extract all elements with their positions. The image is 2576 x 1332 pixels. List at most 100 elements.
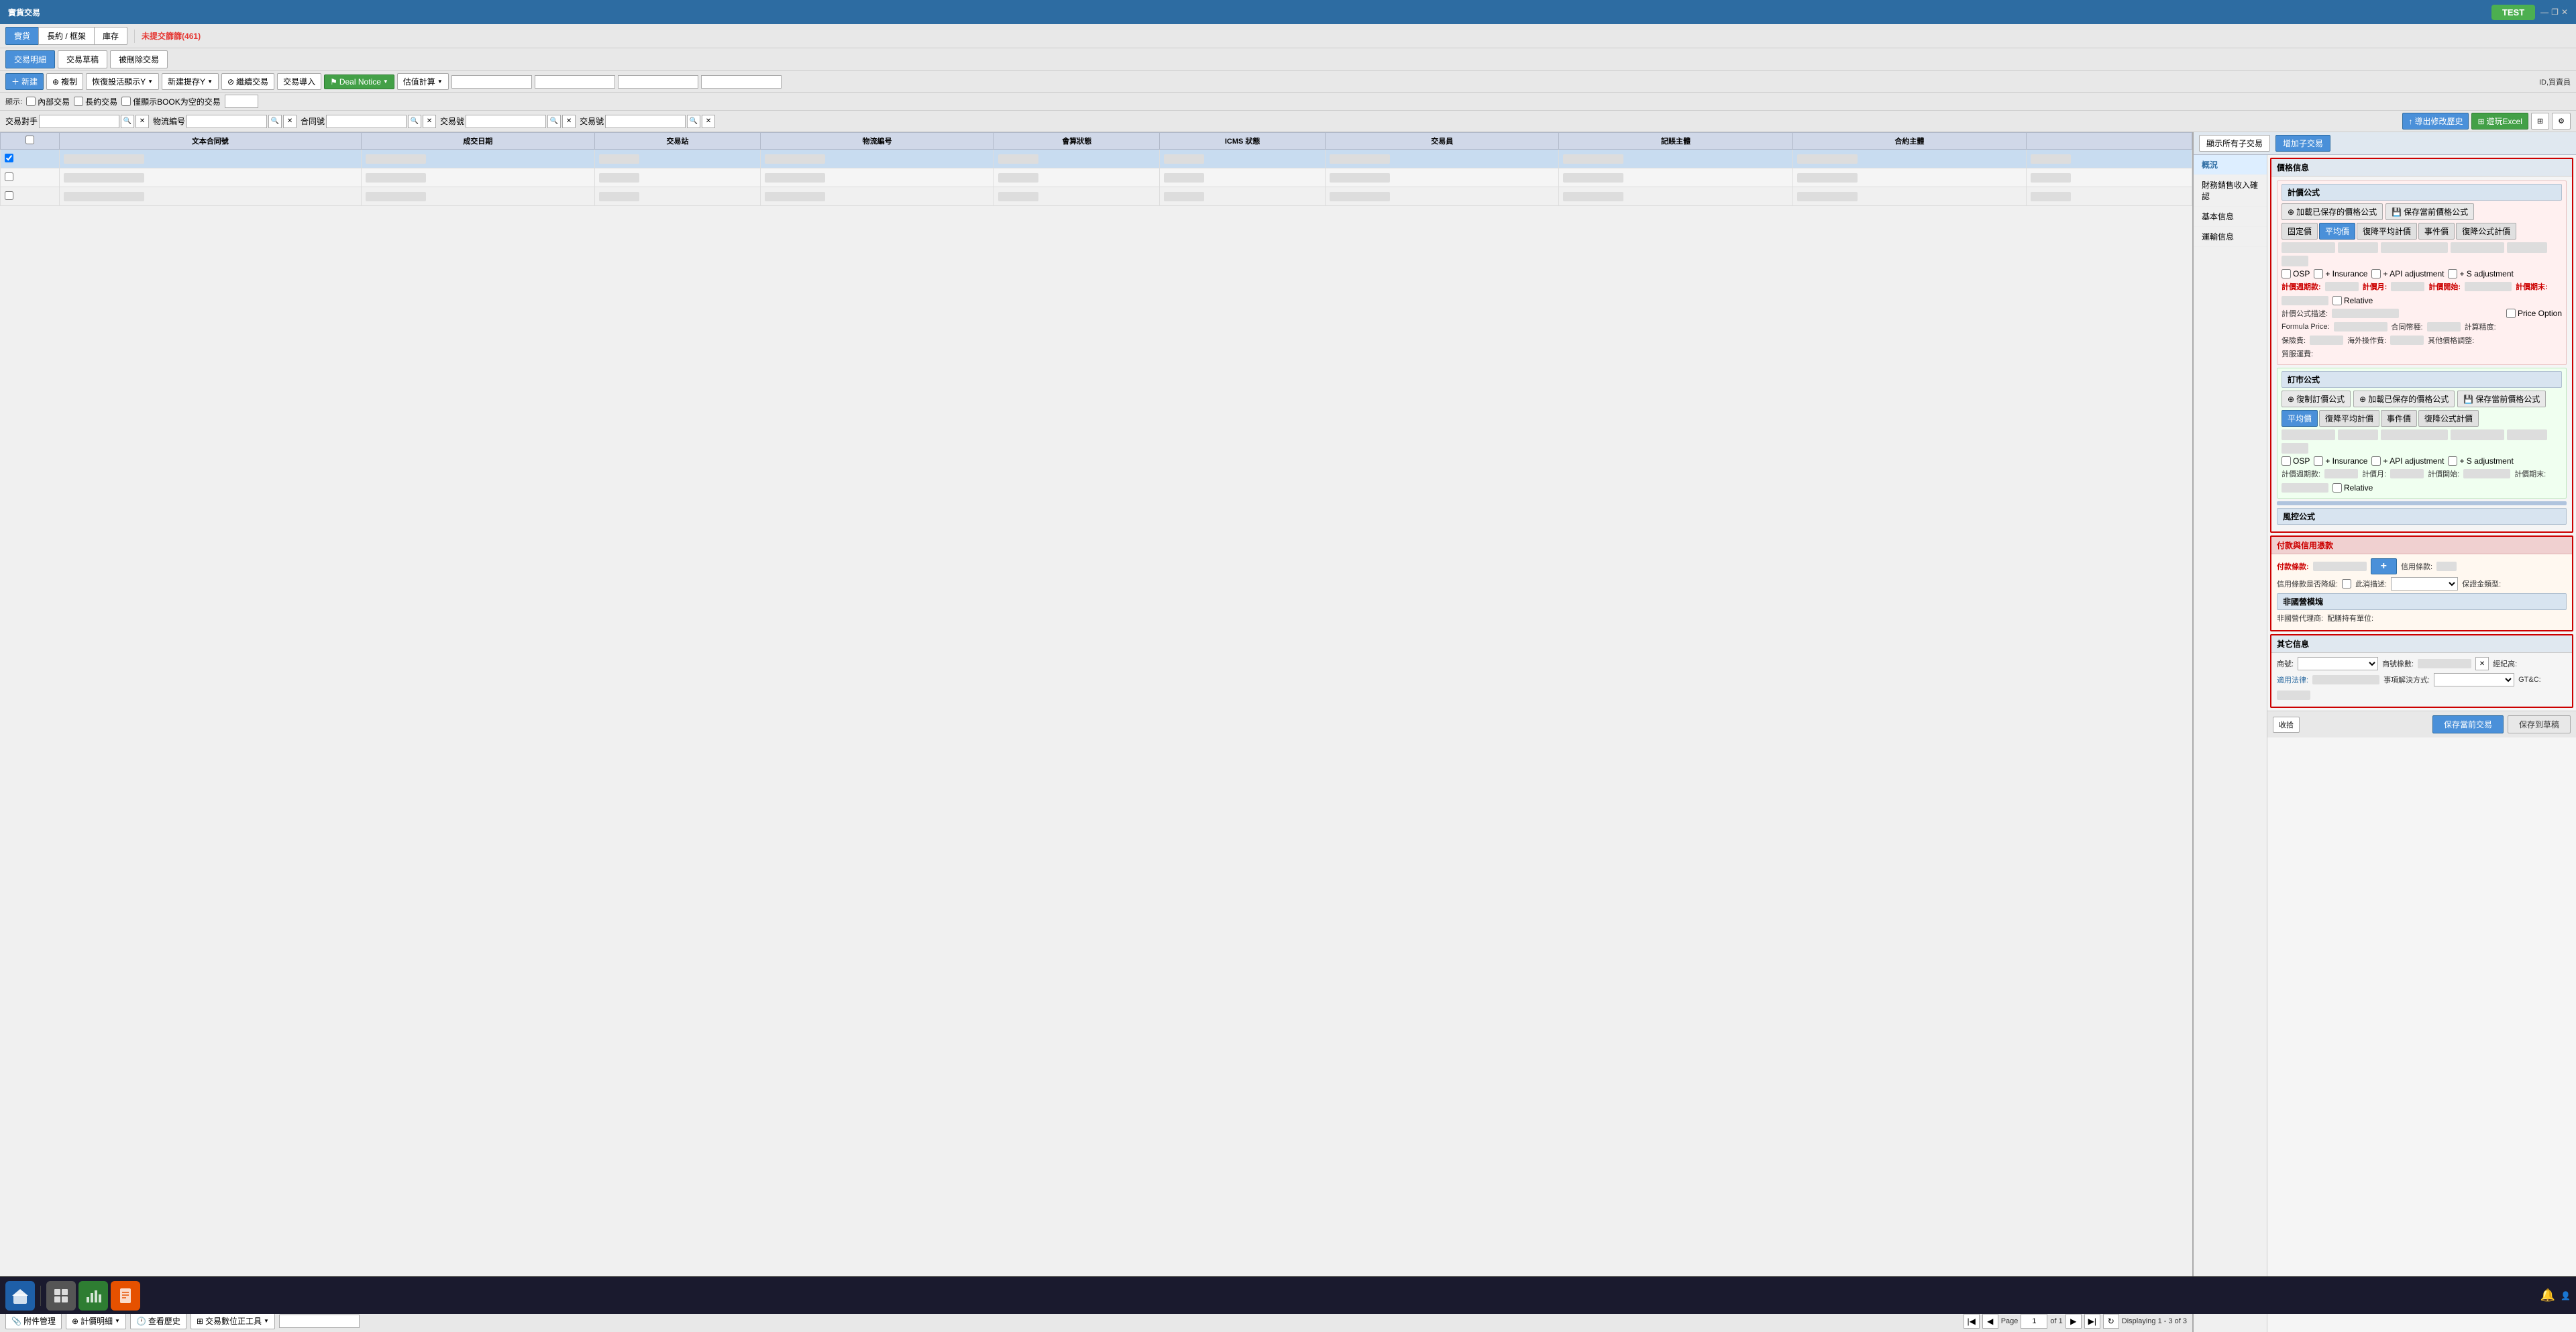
market-api-checkbox[interactable] bbox=[2371, 456, 2381, 466]
tab-trade-detail[interactable]: 交易明細 bbox=[5, 50, 55, 68]
window-controls[interactable]: — ❐ ✕ bbox=[2540, 7, 2568, 17]
s-adj-checkbox-label[interactable]: + S adjustment bbox=[2448, 269, 2513, 278]
counterparty-clear-btn[interactable]: ✕ bbox=[136, 115, 149, 128]
minimize-icon[interactable]: — bbox=[2540, 7, 2548, 17]
nav-financial[interactable]: 財務銷售收入確認 bbox=[2194, 175, 2267, 207]
exchange-input[interactable] bbox=[466, 115, 546, 128]
add-payment-btn[interactable]: + bbox=[2371, 558, 2397, 574]
market-insurance-label[interactable]: + Insurance bbox=[2314, 456, 2367, 466]
td-checkbox[interactable] bbox=[1, 150, 60, 168]
tab-trade-draft[interactable]: 交易草稿 bbox=[58, 50, 107, 68]
save-current-formula-btn[interactable]: 💾 保存當前價格公式 bbox=[2385, 203, 2474, 220]
market-desc-avg-tab[interactable]: 復降平均計價 bbox=[2319, 410, 2379, 427]
restore-btn[interactable]: 恢復設活顯示Y ▼ bbox=[86, 73, 159, 90]
fixed-price-tab[interactable]: 固定價 bbox=[2282, 223, 2318, 240]
import-btn[interactable]: 交易導入 bbox=[277, 73, 321, 90]
nav-overview[interactable]: 概況 bbox=[2194, 155, 2267, 175]
exchange2-search-btn[interactable]: 🔍 bbox=[687, 115, 700, 128]
save-to-draft-btn[interactable]: 保存到草稿 bbox=[2508, 715, 2571, 733]
market-relative-checkbox[interactable] bbox=[2332, 483, 2342, 493]
tab-inventory[interactable]: 庫存 bbox=[94, 27, 127, 45]
table-row[interactable] bbox=[1, 187, 2192, 206]
insurance-checkbox[interactable] bbox=[2314, 269, 2323, 278]
select-all-checkbox[interactable] bbox=[25, 136, 34, 144]
row-checkbox2[interactable] bbox=[5, 172, 13, 181]
taskbar-icon-4[interactable] bbox=[111, 1281, 140, 1311]
view-toggle-btn[interactable]: ⊞ bbox=[2531, 113, 2549, 130]
page-first-btn[interactable]: |◀ bbox=[1964, 1314, 1980, 1329]
estimate-btn[interactable]: 估值計算 ▼ bbox=[397, 73, 449, 90]
confirm-btn[interactable]: 收拾 bbox=[2273, 717, 2300, 733]
logistics-search-btn[interactable]: 🔍 bbox=[268, 115, 282, 128]
page-input[interactable] bbox=[2021, 1314, 2047, 1329]
market-relative-label[interactable]: Relative bbox=[2332, 483, 2373, 493]
s-adj-checkbox[interactable] bbox=[2448, 269, 2457, 278]
search-input-4[interactable] bbox=[701, 75, 782, 89]
credit-degraded-checkbox[interactable] bbox=[2342, 579, 2351, 588]
contract-clear-btn[interactable]: ✕ bbox=[423, 115, 436, 128]
book-empty-checkbox[interactable] bbox=[121, 97, 131, 106]
contract-input[interactable] bbox=[326, 115, 407, 128]
deal-notice-btn[interactable]: ⚑ Deal Notice ▼ bbox=[324, 74, 394, 89]
logistics-clear-btn[interactable]: ✕ bbox=[283, 115, 297, 128]
restore-icon[interactable]: ❐ bbox=[2551, 7, 2559, 17]
search-input-1[interactable] bbox=[451, 75, 532, 89]
filter-settings-btn[interactable]: ⚙ bbox=[2552, 113, 2571, 130]
exchange2-input[interactable] bbox=[605, 115, 686, 128]
market-desc-formula-tab[interactable]: 復降公式計價 bbox=[2418, 410, 2479, 427]
history-btn[interactable]: 🕐 查看歷史 bbox=[130, 1313, 186, 1329]
load-saved-market-btn[interactable]: ⊕ 加載已保存的價格公式 bbox=[2353, 391, 2455, 407]
table-row[interactable] bbox=[1, 168, 2192, 187]
dispute-select[interactable] bbox=[2434, 673, 2514, 686]
tab-deleted-trade[interactable]: 被刪除交易 bbox=[110, 50, 168, 68]
market-osp-label[interactable]: OSP bbox=[2282, 456, 2310, 466]
forward-checkbox[interactable] bbox=[74, 97, 83, 106]
estimate-detail-btn[interactable]: ⊕ 計價明細 ▼ bbox=[66, 1313, 126, 1329]
load-saved-formula-btn[interactable]: ⊕ 加載已保存的價格公式 bbox=[2282, 203, 2383, 220]
exchange2-clear-btn[interactable]: ✕ bbox=[702, 115, 715, 128]
descending-avg-tab[interactable]: 復降平均計價 bbox=[2357, 223, 2417, 240]
page-last-btn[interactable]: ▶| bbox=[2084, 1314, 2100, 1329]
desc-select[interactable] bbox=[2391, 577, 2458, 591]
market-avg-tab[interactable]: 平均價 bbox=[2282, 410, 2318, 427]
osp-checkbox[interactable] bbox=[2282, 269, 2291, 278]
relative-checkbox-label[interactable]: Relative bbox=[2332, 296, 2373, 305]
close-icon[interactable]: ✕ bbox=[2561, 7, 2568, 17]
counterparty-input[interactable] bbox=[39, 115, 119, 128]
counterparty-search-btn[interactable]: 🔍 bbox=[121, 115, 134, 128]
filter-input[interactable] bbox=[225, 95, 258, 108]
market-insurance-checkbox[interactable] bbox=[2314, 456, 2323, 466]
merchant-clear-btn[interactable]: ✕ bbox=[2475, 657, 2489, 670]
search-input-3[interactable] bbox=[618, 75, 698, 89]
relative-checkbox[interactable] bbox=[2332, 296, 2342, 305]
notification-bell-icon[interactable]: 🔔 bbox=[2540, 1288, 2555, 1302]
osp-checkbox-label[interactable]: OSP bbox=[2282, 269, 2310, 278]
tab-actual-goods[interactable]: 實貨 bbox=[5, 27, 38, 45]
bottom-search-input[interactable] bbox=[279, 1315, 360, 1328]
copy-btn[interactable]: ⊕ 複制 bbox=[46, 73, 83, 90]
market-event-tab[interactable]: 事件價 bbox=[2381, 410, 2417, 427]
api-adj-checkbox[interactable] bbox=[2371, 269, 2381, 278]
descending-formula-tab[interactable]: 復降公式計價 bbox=[2456, 223, 2516, 240]
save-current-trade-btn[interactable]: 保存當前交易 bbox=[2432, 715, 2504, 733]
page-prev-btn[interactable]: ◀ bbox=[1982, 1314, 1998, 1329]
average-price-tab[interactable]: 平均價 bbox=[2319, 223, 2355, 240]
save-current-market-btn[interactable]: 💾 保存當前價格公式 bbox=[2457, 391, 2546, 407]
insurance-checkbox-label[interactable]: + Insurance bbox=[2314, 269, 2367, 278]
exchange-clear-btn[interactable]: ✕ bbox=[562, 115, 576, 128]
nav-basic-info[interactable]: 基本信息 bbox=[2194, 207, 2267, 227]
taskbar-icon-1[interactable] bbox=[5, 1281, 35, 1311]
td-checkbox[interactable] bbox=[1, 168, 60, 187]
add-sub-trade-btn[interactable]: 增加子交易 bbox=[2275, 135, 2330, 152]
copy-pricing-btn[interactable]: ⊕ 復制訂價公式 bbox=[2282, 391, 2351, 407]
table-row[interactable] bbox=[1, 150, 2192, 168]
price-option-label[interactable]: Price Option bbox=[2506, 309, 2562, 318]
taskbar-icon-2[interactable] bbox=[46, 1281, 76, 1311]
cancel-trade-btn[interactable]: ⊘ 繼續交易 bbox=[221, 73, 274, 90]
show-all-sub-trades-btn[interactable]: 顯示所有子交易 bbox=[2199, 135, 2270, 152]
market-osp-checkbox[interactable] bbox=[2282, 456, 2291, 466]
merchant-select[interactable] bbox=[2298, 657, 2378, 670]
tab-long-framework[interactable]: 長約 / 框架 bbox=[38, 27, 94, 45]
td-checkbox[interactable] bbox=[1, 187, 60, 206]
attachment-btn[interactable]: 📎 附件管理 bbox=[5, 1313, 62, 1329]
